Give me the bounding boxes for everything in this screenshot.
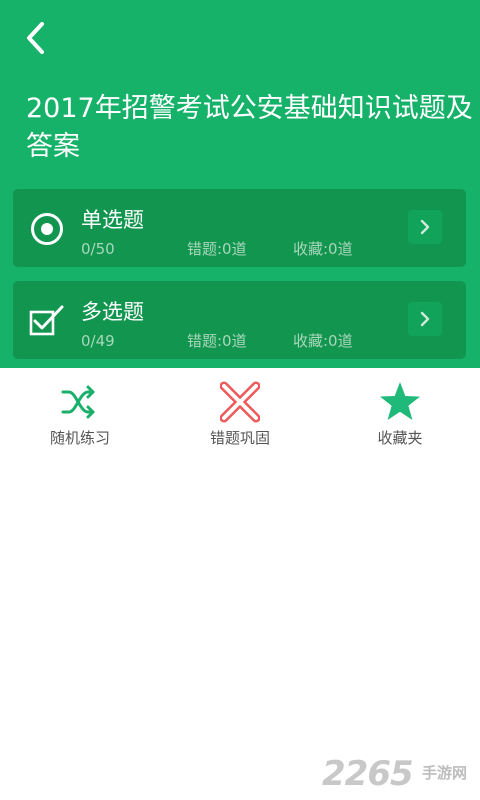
favorite-count: 收藏:0道 <box>293 240 353 258</box>
favorites-button[interactable]: 收藏夹 <box>340 380 460 452</box>
multiple-choice-card[interactable]: 多选题 0/49 错题:0道 收藏:0道 <box>13 281 466 359</box>
header: 2017年招警考试公安基础知识试题及答案 单选题 0/50 错题:0道 收藏:0… <box>0 0 480 368</box>
card-arrow-button[interactable] <box>408 302 442 336</box>
card-title: 多选题 <box>81 300 144 324</box>
back-button[interactable] <box>18 16 58 60</box>
wrong-count: 错题:0道 <box>187 332 247 350</box>
watermark-number: 2265 <box>322 754 414 794</box>
wrong-review-button[interactable]: 错题巩固 <box>180 380 300 452</box>
back-chevron-icon <box>27 22 44 54</box>
wrong-count: 错题:0道 <box>187 240 247 258</box>
watermark-logo: 2265 手游网 <box>322 756 470 792</box>
watermark-text: 手游网 <box>422 764 468 782</box>
radio-target-icon <box>31 213 63 245</box>
wrong-review-label: 错题巩固 <box>209 429 270 447</box>
random-practice-label: 随机练习 <box>49 429 110 447</box>
single-choice-card[interactable]: 单选题 0/50 错题:0道 收藏:0道 <box>13 189 466 267</box>
chevron-right-icon <box>420 219 430 235</box>
favorites-label: 收藏夹 <box>377 429 423 447</box>
chevron-right-icon <box>420 311 430 327</box>
page-title: 2017年招警考试公安基础知识试题及答案 <box>26 93 473 162</box>
card-title: 单选题 <box>81 208 144 232</box>
favorite-count: 收藏:0道 <box>293 332 353 350</box>
random-practice-button[interactable]: 随机练习 <box>20 380 140 452</box>
star-icon <box>380 382 420 420</box>
cross-icon <box>220 381 260 423</box>
progress-count: 0/49 <box>81 332 115 350</box>
progress-count: 0/50 <box>81 240 115 258</box>
card-arrow-button[interactable] <box>408 210 442 244</box>
shuffle-icon <box>61 385 95 419</box>
checkbox-icon <box>29 305 64 336</box>
